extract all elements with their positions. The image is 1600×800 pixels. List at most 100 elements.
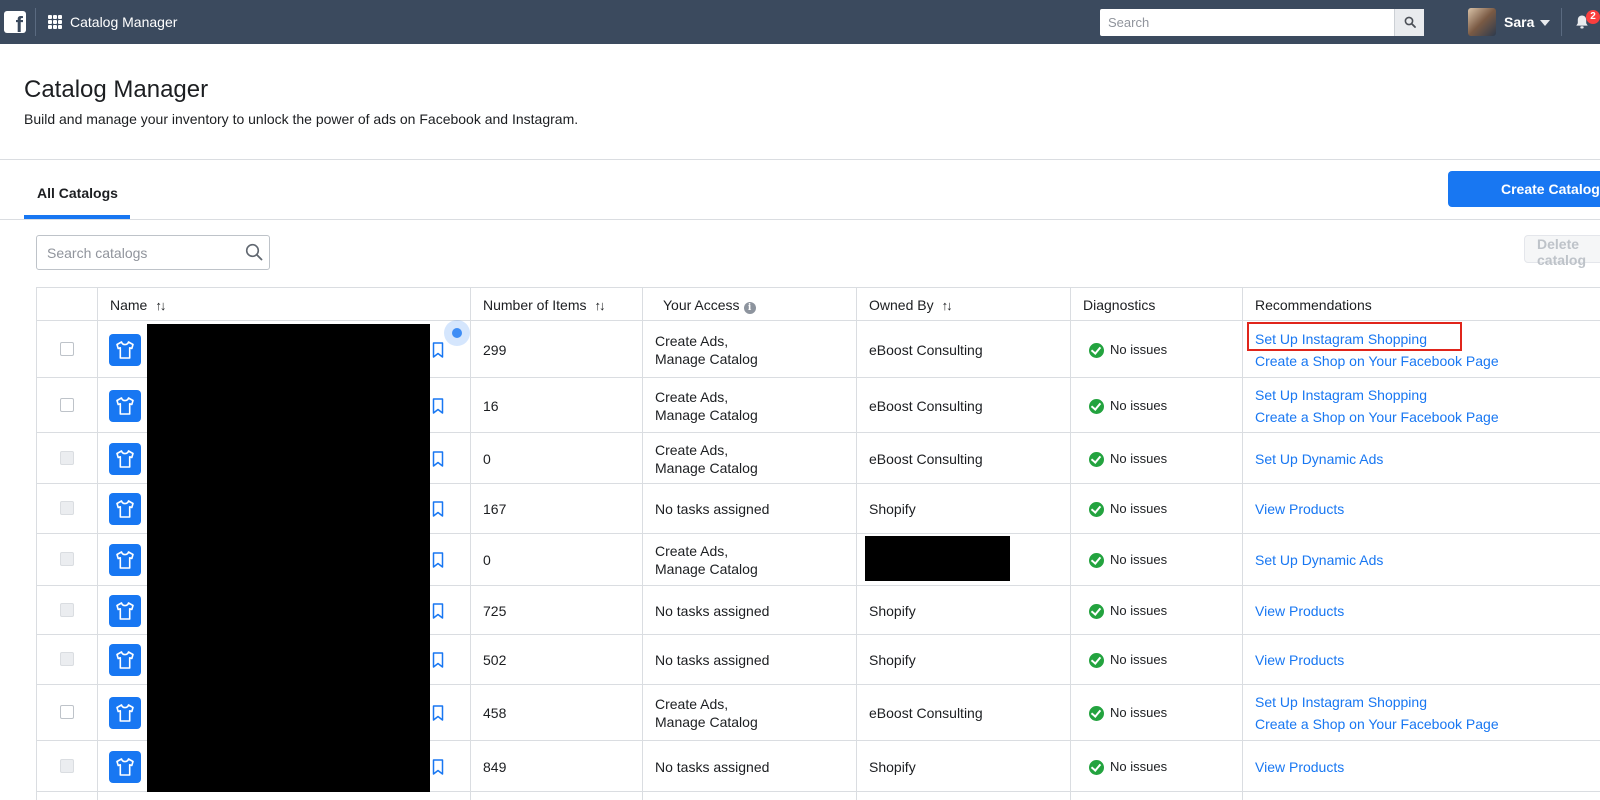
recommendation-link[interactable]: Set Up Instagram Shopping xyxy=(1255,386,1499,404)
recommendation-link[interactable]: Set Up Instagram Shopping xyxy=(1255,693,1499,711)
page-subtitle: Build and manage your inventory to unloc… xyxy=(24,111,579,127)
app-grid-icon[interactable] xyxy=(48,15,62,29)
check-circle-icon xyxy=(1089,603,1104,619)
access-line: Manage Catalog xyxy=(655,561,758,577)
column-header-items[interactable]: Number of Items ↑↓ xyxy=(483,297,605,313)
access-line: No tasks assigned xyxy=(655,602,770,619)
diagnostics-status: No issues xyxy=(1110,342,1168,357)
top-navigation-bar: f Catalog Manager Sara 2 xyxy=(0,0,1600,44)
catalog-search xyxy=(36,235,270,270)
catalog-icon xyxy=(109,644,141,676)
avatar[interactable] xyxy=(1468,8,1496,36)
tshirt-icon xyxy=(116,449,134,468)
recommendation-link[interactable]: View Products xyxy=(1255,500,1344,518)
catalog-icon xyxy=(109,389,141,422)
recommendation-link[interactable]: View Products xyxy=(1255,651,1344,669)
diagnostics-status: No issues xyxy=(1110,652,1168,667)
check-circle-icon xyxy=(1089,343,1104,358)
row-checkbox[interactable] xyxy=(60,501,74,515)
facebook-logo-icon[interactable]: f xyxy=(4,11,26,36)
recommendation-link[interactable]: View Products xyxy=(1255,758,1344,776)
row-checkbox[interactable] xyxy=(60,342,74,356)
row-checkbox[interactable] xyxy=(60,758,74,773)
row-checkbox[interactable] xyxy=(60,450,74,465)
catalog-icon xyxy=(109,544,141,576)
recommendations-cell: View Products xyxy=(1255,651,1344,673)
owner-name: Shopify xyxy=(869,652,916,668)
tshirt-icon xyxy=(116,341,134,359)
row-checkbox[interactable] xyxy=(60,397,74,412)
global-search-input[interactable] xyxy=(1100,9,1396,36)
catalog-icon xyxy=(109,750,141,783)
info-icon[interactable]: i xyxy=(743,302,756,314)
bookmark-icon[interactable] xyxy=(432,342,444,358)
tshirt-icon xyxy=(116,551,134,569)
row-checkbox[interactable] xyxy=(60,552,74,566)
bookmark-icon[interactable] xyxy=(432,397,444,414)
tshirt-icon xyxy=(116,651,134,669)
access-line: Create Ads, xyxy=(655,696,729,712)
create-catalog-button[interactable]: Create Catalog xyxy=(1448,171,1600,207)
delete-catalog-button[interactable]: Delete catalog xyxy=(1524,235,1600,268)
bookmark-icon[interactable] xyxy=(432,705,444,721)
bookmark-icon[interactable] xyxy=(432,450,444,467)
check-circle-icon xyxy=(1089,553,1104,568)
item-count: 849 xyxy=(483,758,507,775)
access-cell: No tasks assigned xyxy=(655,500,769,518)
column-header-diagnostics: Diagnostics xyxy=(1083,297,1156,313)
access-cell: Create Ads, Manage Catalog xyxy=(655,695,758,731)
bookmark-icon[interactable] xyxy=(432,602,444,619)
access-line: No tasks assigned xyxy=(655,501,770,517)
diagnostics-status: No issues xyxy=(1110,705,1168,720)
row-checkbox[interactable] xyxy=(60,705,74,719)
tab-all-catalogs[interactable]: All Catalogs xyxy=(24,160,130,219)
recommendation-link[interactable]: View Products xyxy=(1255,602,1344,620)
tshirt-icon xyxy=(116,704,134,722)
global-search-button[interactable] xyxy=(1394,9,1424,36)
chevron-down-icon[interactable] xyxy=(1540,20,1550,26)
bookmark-icon[interactable] xyxy=(432,652,444,668)
recommendation-link[interactable]: Set Up Dynamic Ads xyxy=(1255,551,1383,569)
recommendations-cell: View Products xyxy=(1255,758,1344,780)
search-icon xyxy=(1404,16,1416,28)
item-count: 502 xyxy=(483,652,507,668)
app-title[interactable]: Catalog Manager xyxy=(70,14,177,30)
bookmark-icon[interactable] xyxy=(432,501,444,517)
highlight-box xyxy=(1247,322,1462,351)
sort-icon[interactable]: ↑↓ xyxy=(155,298,166,313)
access-line: Create Ads, xyxy=(655,543,729,559)
cursor-pulse-indicator xyxy=(444,320,470,346)
sort-icon[interactable]: ↑↓ xyxy=(594,298,605,313)
column-header-owner[interactable]: Owned By ↑↓ xyxy=(869,297,953,313)
column-header-name[interactable]: Name ↑↓ xyxy=(110,297,166,313)
tshirt-icon xyxy=(116,500,134,518)
catalog-icon xyxy=(109,442,141,475)
item-count: 167 xyxy=(483,501,507,517)
redacted-owner xyxy=(865,536,1010,581)
topbar-divider xyxy=(35,8,36,36)
recommendations-cell: View Products xyxy=(1255,602,1344,624)
catalog-search-input[interactable] xyxy=(37,236,237,269)
row-checkbox[interactable] xyxy=(60,602,74,617)
bookmark-icon[interactable] xyxy=(432,758,444,775)
access-line: Manage Catalog xyxy=(655,714,758,730)
recommendation-link[interactable]: Create a Shop on Your Facebook Page xyxy=(1255,408,1499,426)
bookmark-icon[interactable] xyxy=(432,552,444,568)
diagnostics-status: No issues xyxy=(1110,501,1168,516)
recommendations-cell: Set Up Instagram Shopping Create a Shop o… xyxy=(1255,693,1499,737)
item-count: 0 xyxy=(483,552,491,568)
recommendation-link[interactable]: Set Up Dynamic Ads xyxy=(1255,450,1383,468)
recommendation-link[interactable]: Create a Shop on Your Facebook Page xyxy=(1255,352,1499,370)
access-line: Manage Catalog xyxy=(655,406,758,423)
sort-icon[interactable]: ↑↓ xyxy=(942,298,953,313)
user-name[interactable]: Sara xyxy=(1504,14,1534,30)
recommendation-link[interactable]: Create a Shop on Your Facebook Page xyxy=(1255,715,1499,733)
access-line: Create Ads, xyxy=(655,441,729,458)
check-circle-icon xyxy=(1089,451,1104,467)
access-cell: Create Ads, Manage Catalog xyxy=(655,332,758,368)
recommendations-cell: Set Up Instagram Shopping Create a Shop o… xyxy=(1255,386,1499,430)
global-search xyxy=(1100,9,1424,36)
recommendations-cell: View Products xyxy=(1255,500,1344,522)
search-icon[interactable] xyxy=(245,243,263,261)
row-checkbox[interactable] xyxy=(60,652,74,666)
